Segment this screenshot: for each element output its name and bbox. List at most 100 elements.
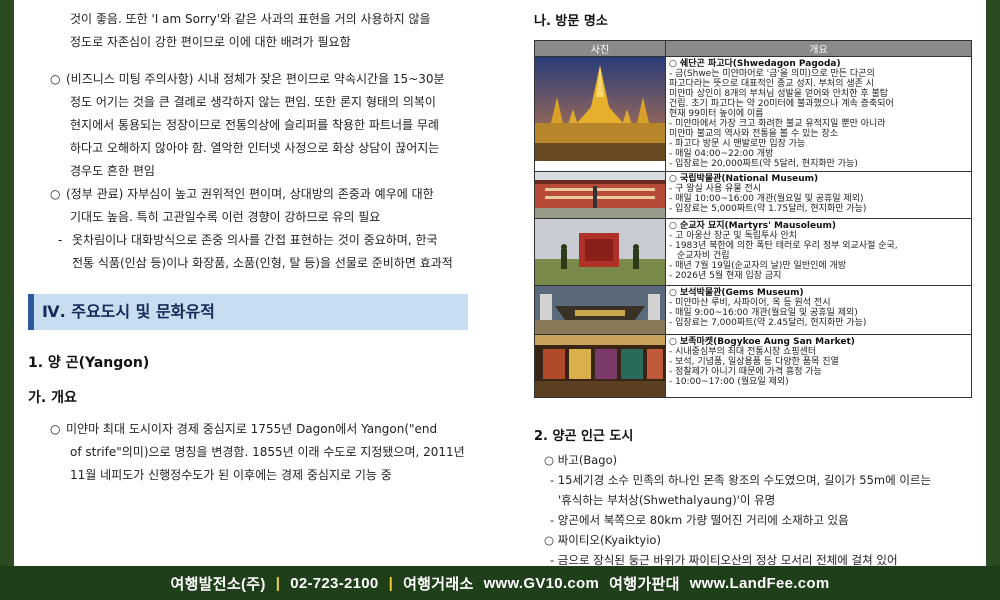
desc-line: - 미얀마에서 가장 크고 화려한 불교 유적지일 뿐만 아니라 <box>669 119 886 129</box>
desc-line: - 매일 04:00~22:00 개방 <box>669 149 774 159</box>
place-description: ○ 보족마켓(Bogykoe Aung San Market) - 시내중심부의… <box>665 334 972 398</box>
circle-bullet: ○ <box>50 422 61 436</box>
text-line: - 양곤에서 북쪽으로 80km 가량 떨어진 거리에 소재하고 있음 <box>550 513 849 527</box>
text-line: of strife"의미)으로 명칭을 변경함. 1855년 이래 수도로 지정… <box>70 445 465 459</box>
dash-bullet: - <box>58 233 63 247</box>
desc-line: 현재 99미터 높이에 이름 <box>669 109 764 119</box>
desc-line: - 시내중심부의 최대 전통시장 쇼핑센터 <box>669 347 817 357</box>
paragraph-bago: ○ 바고(Bago) - 15세기경 소수 민족의 하나인 몬족 왕조의 수도였… <box>544 450 931 530</box>
desc-line: - 미얀마산 루비, 사파이어, 옥 등 원석 전시 <box>669 298 831 308</box>
desc-line: - 금(Shwe는 미얀마어로 '금'을 의미)으로 만든 다곤의 <box>669 69 875 79</box>
shwedagon-pagoda-image <box>535 57 665 161</box>
photo-cell <box>534 218 666 286</box>
city-heading: 1. 양 곤(Yangon) <box>28 355 150 371</box>
footer-bar: 여행발전소(주) | 02-723-2100 | 여행거래소 www.GV10.… <box>0 566 1000 600</box>
table-header-overview: 개요 <box>665 40 972 57</box>
desc-line: 건립. 초기 파고다는 약 20미터에 불과했으나 계속 증축되어 <box>669 99 894 109</box>
desc-line: - 입장료는 7,000짜트(약 2.45달러, 현지화만 가능) <box>669 318 867 328</box>
footer-site-gv10[interactable]: www.GV10.com <box>484 575 600 592</box>
paragraph-gift-tips: - 옷차림이나 대화방식으로 존중 의사를 간접 표현하는 것이 중요하며, 한국… <box>58 229 453 275</box>
desc-line: 파고다라는 뜻으로 대표적인 종교 성지. 부처의 생존 시 <box>669 79 875 89</box>
document-page: 것이 좋음. 또한 'I am Sorry'와 같은 사과의 표현을 거의 사용… <box>14 0 986 566</box>
desc-line: - 입장료는 20,000짜트(약 5달러, 현지화만 가능) <box>669 159 858 169</box>
table-row: ○ 쉐단곤 파고다(Shwedagon Pagoda) - 금(Shwe는 미얀… <box>534 56 972 172</box>
photo-cell <box>534 171 666 219</box>
sub-heading-overview: 가. 개요 <box>28 390 77 406</box>
text-line: (정부 관료) 자부심이 높고 권위적인 편이며, 상대방의 존중과 예우에 대… <box>66 187 434 201</box>
photo-cell <box>534 285 666 335</box>
desc-line: - 10:00~17:00 (월요일 제외) <box>669 377 789 387</box>
text-line: '휴식하는 부처상(Shwethalyaung)'이 유명 <box>558 493 776 507</box>
martyrs-mausoleum-image <box>535 219 665 285</box>
place-name: ○ 보족마켓(Bogykoe Aung San Market) <box>669 337 855 347</box>
photo-cell <box>534 56 666 172</box>
text-line: - 15세기경 소수 민족의 하나인 몬족 왕조의 수도였으며, 길이가 55m… <box>550 473 932 487</box>
footer-company: 여행발전소(주) <box>170 575 266 593</box>
text-line: 기대도 높음. 특히 고관일수록 이런 경향이 강하므로 유의 필요 <box>70 210 381 224</box>
place-name: ○ 순교자 묘지(Martyrs' Mausoleum) <box>669 221 837 231</box>
circle-bullet: ○ <box>50 187 61 201</box>
gems-museum-image <box>535 286 665 334</box>
table-header-row: 사진 개요 <box>534 40 972 57</box>
table-row: ○ 순교자 묘지(Martyrs' Mausoleum) - 고 아웅산 장군 … <box>534 218 972 286</box>
text-line: 11월 네피도가 신행정수도가 된 이후에는 경제 중심지로 기능 중 <box>70 468 392 482</box>
place-description: ○ 쉐단곤 파고다(Shwedagon Pagoda) - 금(Shwe는 미얀… <box>665 56 972 172</box>
desc-line: - 고 아웅산 장군 및 독립투사 안치 <box>669 231 798 241</box>
text-line: 정도로 자존심이 강한 편이므로 이에 대한 배려가 필요함 <box>70 35 351 49</box>
text-line: (비즈니스 미팅 주의사항) 시내 정체가 잦은 편이므로 약속시간을 15~3… <box>66 72 445 86</box>
text-line: 전통 식품(인삼 등)이나 화장품, 소품(인형, 탈 등)을 선물로 준비하면… <box>72 256 453 270</box>
text-line: 경우도 흔한 편임 <box>70 164 155 178</box>
desc-line: 순교자비 건립 <box>677 251 730 261</box>
text-line: 정도 어기는 것을 큰 결례로 생각하지 않는 편임. 또한 론지 형태의 의복… <box>70 95 436 109</box>
place-name: ○ 보석박물관(Gems Museum) <box>669 288 804 298</box>
table-row: ○ 국립박물관(National Museum) - 구 왕실 사용 유물 전시… <box>534 171 972 219</box>
national-museum-image <box>535 172 665 218</box>
desc-line: 미얀마 상인이 8개의 부처님 성발을 얻어와 안치한 후 불탑 <box>669 89 889 99</box>
desc-line: 미얀마 불교의 역사와 전통을 볼 수 있는 장소 <box>669 129 839 139</box>
section-title-bar: Ⅳ. 주요도시 및 문화유적 <box>28 294 468 330</box>
paragraph-etiquette-apology: 것이 좋음. 또한 'I am Sorry'와 같은 사과의 표현을 거의 사용… <box>70 8 431 54</box>
desc-line: - 정찰제가 아니기 때문에 가격 흥정 가능 <box>669 367 822 377</box>
place-description: ○ 국립박물관(National Museum) - 구 왕실 사용 유물 전시… <box>665 171 972 219</box>
desc-line: - 1983년 북한에 의한 폭탄 테러로 우리 정부 외교사절 순국, <box>669 241 898 251</box>
text-line: 옷차림이나 대화방식으로 존중 의사를 간접 표현하는 것이 중요하며, 한국 <box>72 233 438 247</box>
footer-separator: | <box>388 574 394 592</box>
attractions-table: 사진 개요 ○ 쉐단곤 파고다(Shwedagon Pagoda) - 금(Sh… <box>534 40 972 398</box>
footer-brand-exchange: 여행거래소 <box>403 575 474 593</box>
desc-line: - 2026년 5월 현재 입장 금지 <box>669 271 782 281</box>
table-header-photo: 사진 <box>534 40 666 57</box>
text-line: 미얀마 최대 도시이자 경제 중심지로 1755년 Dagon에서 Yangon… <box>66 422 438 436</box>
text-line: 하다고 오해하지 않아야 함. 열악한 인터넷 사정으로 화상 상담이 끊어지는 <box>70 141 440 155</box>
place-description: ○ 보석박물관(Gems Museum) - 미얀마산 루비, 사파이어, 옥 … <box>665 285 972 335</box>
paragraph-yangon-overview: ○ 미얀마 최대 도시이자 경제 중심지로 1755년 Dagon에서 Yango… <box>50 418 465 487</box>
photo-cell <box>534 334 666 398</box>
footer-separator: | <box>275 574 281 592</box>
paragraph-kyaiktiyo: ○ 짜이티오(Kyaiktyio) - 금으로 장식된 둥근 바위가 짜이티오산… <box>544 530 898 566</box>
footer-brand-stand: 여행가판대 <box>609 575 680 593</box>
attractions-heading: 나. 방문 명소 <box>534 14 608 29</box>
bogyoke-market-image <box>535 335 665 397</box>
footer-site-landfee[interactable]: www.LandFee.com <box>690 575 830 592</box>
text-line: 현지에서 통용되는 정장이므로 전통의상에 슬리퍼를 착용한 파트너를 무례 <box>70 118 439 132</box>
place-name: ○ 국립박물관(National Museum) <box>669 174 819 184</box>
footer-phone: 02-723-2100 <box>290 574 379 592</box>
paragraph-government-officials: ○ (정부 관료) 자부심이 높고 권위적인 편이며, 상대방의 존중과 예우에 … <box>50 183 434 229</box>
text-line: 것이 좋음. 또한 'I am Sorry'와 같은 사과의 표현을 거의 사용… <box>70 12 431 26</box>
nearby-cities-heading: 2. 양곤 인근 도시 <box>534 429 634 444</box>
bago-title: ○ 바고(Bago) <box>544 453 618 467</box>
desc-line: - 파고다 방문 시 맨발로만 입장 가능 <box>669 139 806 149</box>
desc-line: - 구 왕실 사용 유물 전시 <box>669 184 762 194</box>
table-row: ○ 보족마켓(Bogykoe Aung San Market) - 시내중심부의… <box>534 334 972 398</box>
desc-line: - 매일 9:00~16:00 개관(월요일 및 공휴일 제외) <box>669 308 858 318</box>
place-description: ○ 순교자 묘지(Martyrs' Mausoleum) - 고 아웅산 장군 … <box>665 218 972 286</box>
table-row: ○ 보석박물관(Gems Museum) - 미얀마산 루비, 사파이어, 옥 … <box>534 285 972 335</box>
desc-line: - 매년 7월 19일(순교자의 날)만 일반인에 개방 <box>669 261 847 271</box>
text-line: - 금으로 장식된 둥근 바위가 짜이티오산의 정상 모서리 전체에 걸쳐 있어 <box>550 553 898 566</box>
desc-line: - 매일 10:00~16:00 개관(월요일 및 공휴일 제외) <box>669 194 864 204</box>
paragraph-business-meeting: ○ (비즈니스 미팅 주의사항) 시내 정체가 잦은 편이므로 약속시간을 15~… <box>50 68 445 183</box>
desc-line: - 보석, 기념품, 일상용품 등 다양한 품목 진열 <box>669 357 839 367</box>
circle-bullet: ○ <box>50 72 61 86</box>
kyaiktiyo-title: ○ 짜이티오(Kyaiktyio) <box>544 533 661 547</box>
desc-line: - 입장료는 5,000짜트(약 1.75달러, 현지화만 가능) <box>669 204 867 214</box>
place-name: ○ 쉐단곤 파고다(Shwedagon Pagoda) <box>669 59 841 69</box>
